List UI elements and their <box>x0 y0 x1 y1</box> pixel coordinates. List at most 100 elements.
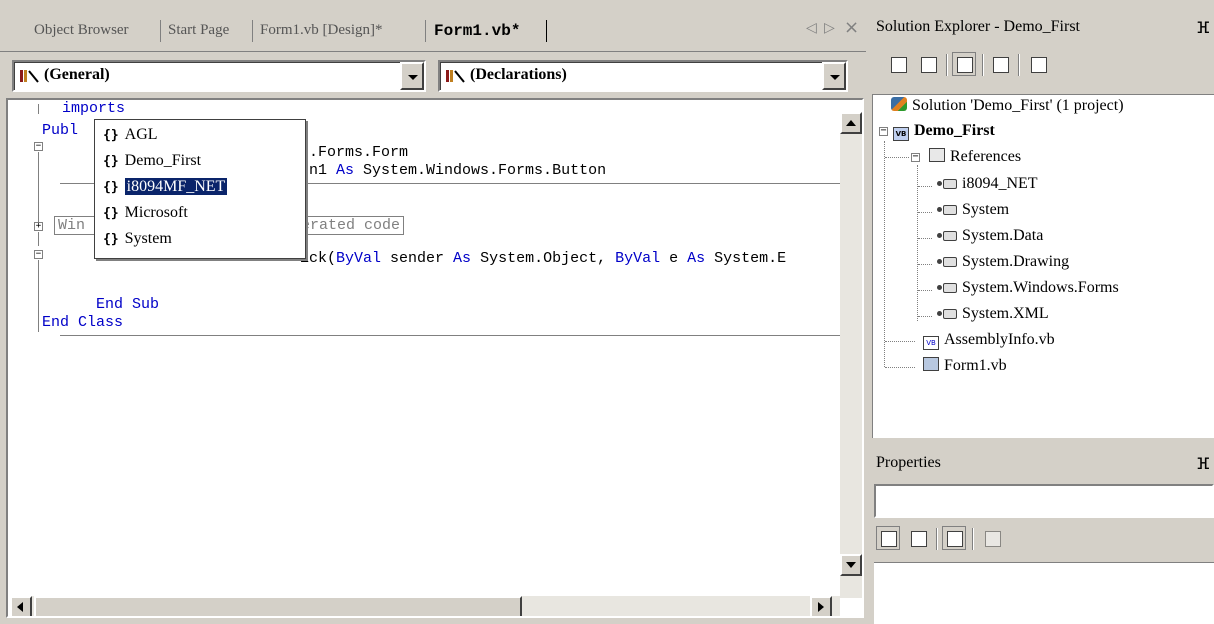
scroll-tabs-left-icon[interactable]: ◁ <box>806 20 817 36</box>
namespace-icon: {} <box>103 128 119 143</box>
property-pages-icon[interactable] <box>980 526 1004 550</box>
collapsed-region-end[interactable]: erated code <box>298 216 405 235</box>
scroll-left-icon[interactable] <box>10 596 32 616</box>
tab-separator <box>252 20 253 42</box>
horizontal-scroll-thumb[interactable] <box>34 596 522 616</box>
references-folder-icon <box>929 148 945 162</box>
class-name-dropdown[interactable]: (General) <box>12 60 426 92</box>
tree-item-reference[interactable]: System.XML <box>937 305 1049 323</box>
scroll-down-icon[interactable] <box>840 554 862 576</box>
tree-item-file[interactable]: Form1.vb <box>923 357 1007 375</box>
horizontal-scrollbar[interactable] <box>10 596 840 616</box>
tree-guide <box>885 341 915 342</box>
outline-line <box>38 260 39 332</box>
tab-separator <box>425 20 426 42</box>
code-line: ick(ByVal sender As System.Object, ByVal… <box>300 250 787 267</box>
expand-icon[interactable]: + <box>34 222 43 231</box>
tree-guide <box>918 186 932 187</box>
tab-form1-design[interactable]: Form1.vb [Design]* <box>260 22 383 39</box>
object-selector-dropdown[interactable] <box>874 484 1214 518</box>
solution-explorer-title: Solution Explorer - Demo_First <box>876 18 1080 35</box>
tab-object-browser[interactable]: Object Browser <box>34 22 129 39</box>
tree-guide <box>918 316 932 317</box>
solution-explorer-pane: Solution Explorer - Demo_First ⴼ Solutio… <box>870 14 1214 439</box>
completion-item[interactable]: {} Microsoft <box>103 204 299 226</box>
outline-line <box>38 232 39 246</box>
toolbar-separator <box>982 54 984 76</box>
show-all-files-icon[interactable] <box>988 52 1012 76</box>
completion-item-selected[interactable]: {} i8094MF_NET <box>103 177 299 200</box>
collapse-icon[interactable]: − <box>34 142 43 151</box>
sort-alphabetical-icon[interactable] <box>906 526 930 550</box>
tree-item-reference[interactable]: System.Drawing <box>937 253 1069 271</box>
assembly-reference-icon <box>943 283 957 293</box>
collapse-icon[interactable]: − <box>911 152 920 162</box>
assembly-reference-icon <box>943 205 957 215</box>
close-document-icon[interactable]: × <box>844 17 859 38</box>
outline-line <box>38 104 39 114</box>
tree-item-references[interactable]: References <box>929 148 1021 166</box>
scroll-right-icon[interactable] <box>810 596 832 616</box>
assembly-reference-icon <box>943 309 957 319</box>
tree-guide <box>918 212 932 213</box>
document-tab-strip: Object Browser Start Page Form1.vb [Desi… <box>0 14 866 52</box>
code-line: imports <box>62 100 126 117</box>
properties-icon[interactable] <box>1026 52 1050 76</box>
tree-item-reference[interactable]: System <box>937 201 1009 219</box>
tree-item-project[interactable]: VB Demo_First <box>893 122 995 141</box>
toolbar-separator <box>946 54 948 76</box>
completion-item[interactable]: {} System <box>103 230 299 252</box>
collapse-icon[interactable]: − <box>879 126 888 136</box>
vb-file-icon: VB <box>923 336 939 350</box>
method-name-dropdown[interactable]: (Declarations) <box>438 60 848 92</box>
tree-item-reference[interactable]: System.Data <box>937 227 1043 245</box>
properties-view-icon[interactable] <box>942 526 966 550</box>
solution-tree[interactable]: Solution 'Demo_First' (1 project) − VB De… <box>872 94 1214 438</box>
tab-form1-code[interactable]: Form1.vb* <box>434 22 520 40</box>
tree-item-reference[interactable]: System.Windows.Forms <box>937 279 1119 297</box>
intellisense-completion-list[interactable]: {} AGL {} Demo_First {} i8094MF_NET {} Micro… <box>94 119 306 259</box>
outline-line <box>38 152 39 224</box>
namespace-icon: {} <box>103 206 119 221</box>
categorized-icon[interactable] <box>876 526 900 550</box>
pin-icon[interactable]: ⴼ <box>1196 454 1210 473</box>
refresh-icon[interactable] <box>952 52 976 76</box>
toolbar-separator <box>972 528 974 550</box>
tree-item-reference[interactable]: i8094_NET <box>937 175 1038 193</box>
tree-guide <box>884 141 885 367</box>
assembly-reference-icon <box>943 231 957 241</box>
namespace-icon: {} <box>103 180 119 195</box>
code-editor-pane: Object Browser Start Page Form1.vb [Desi… <box>0 14 866 624</box>
properties-pane: Properties ⴼ <box>870 446 1214 624</box>
code-line: on1 As System.Windows.Forms.Button <box>300 162 607 179</box>
completion-item[interactable]: {} AGL <box>103 126 299 148</box>
class-library-icon <box>20 70 39 83</box>
assembly-reference-icon <box>943 257 957 267</box>
tree-item-solution[interactable]: Solution 'Demo_First' (1 project) <box>891 97 1124 115</box>
properties-title: Properties <box>876 454 941 471</box>
tree-guide <box>918 264 932 265</box>
code-line: End Sub <box>96 296 160 313</box>
namespace-icon: {} <box>103 154 119 169</box>
tree-guide <box>885 157 909 158</box>
view-designer-icon[interactable] <box>916 52 940 76</box>
scroll-tabs-right-icon[interactable]: ▷ <box>824 20 835 36</box>
tab-start-page[interactable]: Start Page <box>168 22 229 39</box>
tab-separator <box>160 20 161 42</box>
toolbar-separator <box>936 528 938 550</box>
view-code-icon[interactable] <box>886 52 910 76</box>
code-line: s.Forms.Form <box>300 144 409 161</box>
code-line: Publ <box>42 122 79 139</box>
collapse-icon[interactable]: − <box>34 250 43 259</box>
scroll-up-icon[interactable] <box>840 112 862 134</box>
completion-item[interactable]: {} Demo_First <box>103 152 299 174</box>
vertical-scrollbar[interactable] <box>840 112 862 598</box>
property-grid[interactable] <box>874 562 1214 624</box>
vb-project-icon: VB <box>893 127 909 141</box>
solution-icon <box>891 97 907 111</box>
pin-icon[interactable]: ⴼ <box>1196 18 1210 37</box>
tree-item-file[interactable]: VB AssemblyInfo.vb <box>923 331 1055 350</box>
chevron-down-icon[interactable] <box>822 62 846 90</box>
namespace-icon: {} <box>103 232 119 247</box>
chevron-down-icon[interactable] <box>400 62 424 90</box>
